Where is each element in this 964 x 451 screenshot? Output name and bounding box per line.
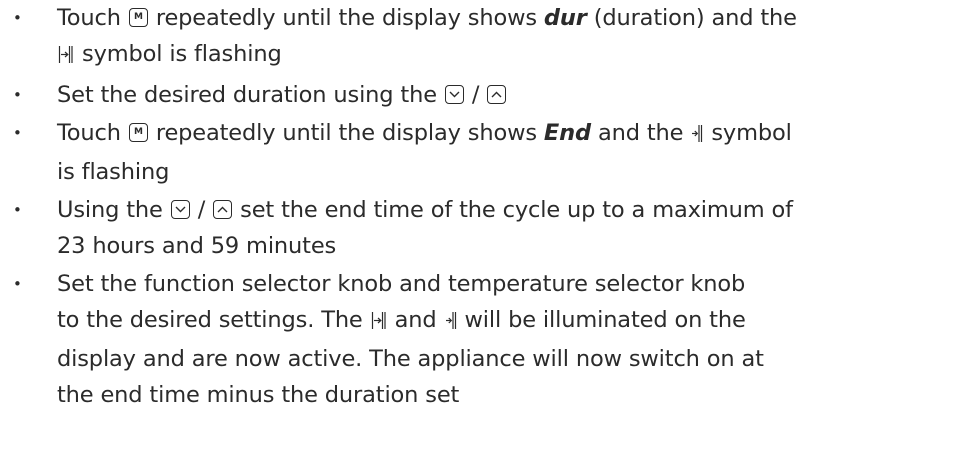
text-segment: repeatedly until the display shows	[148, 120, 544, 146]
text-line: Using the / set the end time of the cycl…	[57, 192, 964, 228]
text-line: symbol is flashing	[57, 36, 964, 75]
text-segment: and the	[590, 120, 691, 146]
list-item: • Touch M repeatedly until the display s…	[0, 0, 964, 75]
text-separator: /	[190, 197, 213, 223]
instruction-list: • Touch M repeatedly until the display s…	[0, 0, 964, 413]
text-segment: Touch	[57, 5, 128, 31]
bullet-point: •	[13, 124, 22, 142]
text-line: to the desired settings. The and will be…	[57, 302, 964, 341]
up-arrow-key-icon	[487, 85, 507, 104]
duration-symbol-icon	[58, 39, 74, 75]
text-segment: the end time minus the duration set	[57, 382, 460, 408]
text-segment: repeatedly until the display shows	[148, 5, 544, 31]
bullet-point: •	[13, 86, 22, 104]
text-segment: Touch	[57, 120, 128, 146]
text-segment: will be illuminated on the	[457, 307, 746, 333]
end-time-symbol-icon	[691, 118, 703, 154]
instruction-document: • Touch M repeatedly until the display s…	[0, 0, 964, 451]
mode-key-icon: M	[128, 8, 148, 27]
text-line: display and are now active. The applianc…	[57, 341, 964, 377]
display-code-dur: dur	[543, 5, 587, 31]
list-item: • Set the desired duration using the /	[0, 77, 964, 113]
mode-key-letter: M	[133, 127, 143, 137]
text-segment: Set the desired duration using the	[57, 82, 444, 108]
bullet-point: •	[13, 9, 22, 27]
text-separator: /	[464, 82, 487, 108]
duration-symbol-icon	[371, 305, 387, 341]
text-line: Touch M repeatedly until the display sho…	[57, 115, 964, 154]
text-segment: is flashing	[57, 159, 170, 185]
text-segment: symbol	[704, 120, 792, 146]
bullet-point: •	[13, 275, 22, 293]
mode-key-letter: M	[133, 12, 143, 22]
text-line: 23 hours and 59 minutes	[57, 228, 964, 264]
text-line: Set the function selector knob and tempe…	[57, 266, 964, 302]
list-item: • Using the / set the end time of the cy…	[0, 192, 964, 264]
text-line: Set the desired duration using the /	[57, 77, 964, 113]
list-item: • Touch M repeatedly until the display s…	[0, 115, 964, 190]
text-segment: Set the function selector knob and tempe…	[57, 271, 746, 297]
display-code-end: End	[543, 120, 591, 146]
mode-key-icon: M	[128, 123, 148, 142]
text-segment: symbol is flashing	[75, 41, 282, 67]
text-line: the end time minus the duration set	[57, 377, 964, 413]
text-segment: (duration) and the	[586, 5, 797, 31]
text-segment: set the end time of the cycle up to a ma…	[233, 197, 793, 223]
text-segment: 23 hours and 59 minutes	[57, 233, 337, 259]
up-arrow-key-icon	[213, 200, 233, 219]
bullet-point: •	[13, 201, 22, 219]
text-segment: Using the	[57, 197, 170, 223]
text-segment: display and are now active. The applianc…	[57, 346, 764, 372]
down-arrow-key-icon	[170, 200, 190, 219]
text-segment: and	[387, 307, 444, 333]
text-segment: to the desired settings. The	[57, 307, 370, 333]
list-item: • Set the function selector knob and tem…	[0, 266, 964, 413]
down-arrow-key-icon	[444, 85, 464, 104]
text-line: Touch M repeatedly until the display sho…	[57, 0, 964, 36]
text-line: is flashing	[57, 154, 964, 190]
end-time-symbol-icon	[445, 305, 457, 341]
